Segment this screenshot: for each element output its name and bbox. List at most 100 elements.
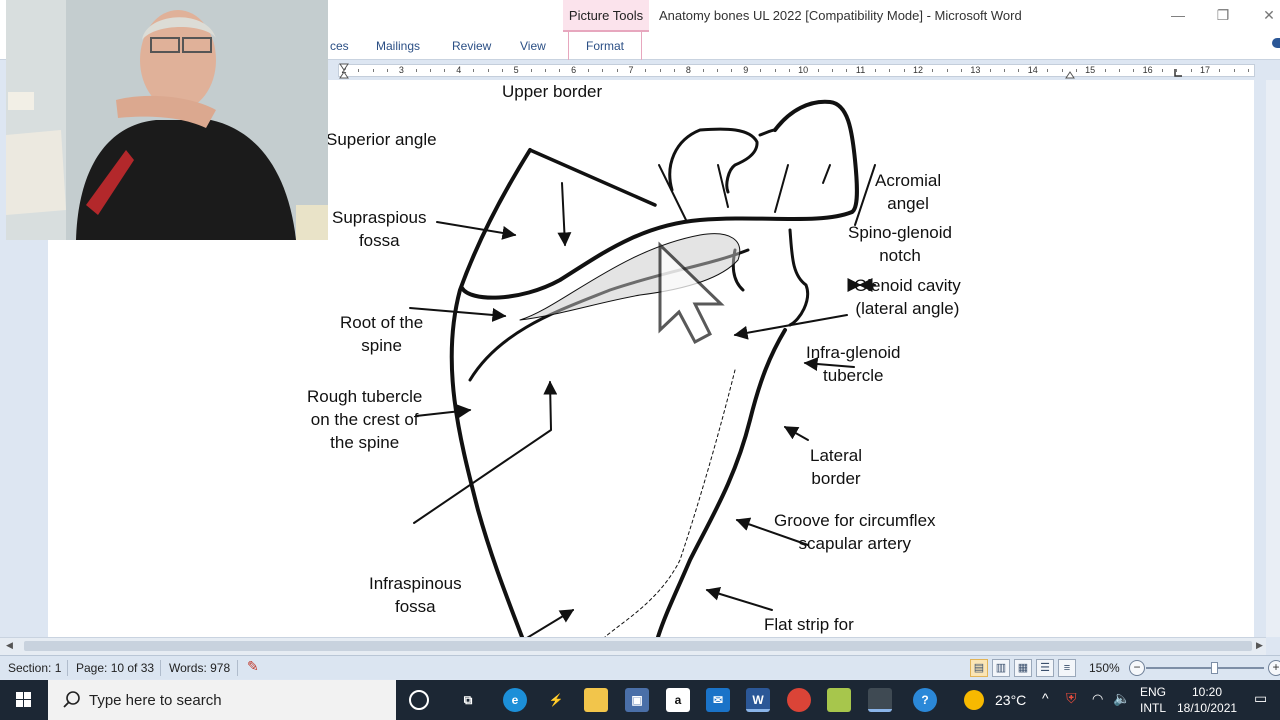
minimize-button[interactable]: — <box>1167 4 1189 26</box>
windows-taskbar: Type here to search ⧉ e ⚡ ▣ a ✉ W ? 23°C… <box>0 680 1280 720</box>
web-layout-icon[interactable]: ▦ <box>1014 659 1032 677</box>
label-upper-border: Upper border <box>502 82 603 101</box>
app-window: Picture Tools Anatomy bones UL 2022 [Com… <box>0 0 1280 720</box>
label-root-of-spine: Root of the spine <box>340 311 423 357</box>
zoom-in-button[interactable]: + <box>1268 660 1280 676</box>
tab-view[interactable]: View <box>520 39 546 53</box>
status-words[interactable]: Words: 978 <box>169 661 230 675</box>
zoom-slider[interactable] <box>1146 667 1264 669</box>
label-acromial-angle: Acromial angel <box>875 169 941 215</box>
cortana-icon[interactable] <box>409 690 429 710</box>
weather-sun-icon[interactable] <box>964 690 984 710</box>
label-superior-angle: Superior angle <box>326 130 437 149</box>
label-line: fossa <box>358 231 400 250</box>
zoom-slider-thumb[interactable] <box>1211 662 1218 674</box>
label-line: on the crest of <box>310 410 419 429</box>
amazon-icon[interactable]: a <box>666 688 690 712</box>
horizontal-scroll-thumb[interactable] <box>24 641 1252 651</box>
label-line: (lateral angle) <box>855 299 960 318</box>
store-icon[interactable]: ▣ <box>625 688 649 712</box>
help-icon[interactable]: ? <box>913 688 937 712</box>
wifi-icon[interactable]: ◠ <box>1092 691 1103 707</box>
notifications-icon[interactable]: ▭ <box>1254 690 1267 707</box>
clock-date[interactable]: 18/10/2021 <box>1177 701 1237 715</box>
status-page[interactable]: Page: 10 of 33 <box>76 661 154 675</box>
search-placeholder: Type here to search <box>89 692 222 709</box>
label-line: Lateral <box>810 446 862 465</box>
full-screen-reading-icon[interactable]: ▥ <box>992 659 1010 677</box>
label-infra-glenoid-tubercle: Infra-glenoid tubercle <box>806 341 901 387</box>
tray-overflow-icon[interactable]: ^ <box>1042 690 1049 706</box>
label-line: Acromial <box>875 171 942 190</box>
print-layout-view-icon[interactable]: ▤ <box>970 659 988 677</box>
file-explorer-icon[interactable] <box>584 688 608 712</box>
scroll-left-icon[interactable]: ◀ <box>6 640 13 651</box>
zoom-level[interactable]: 150% <box>1089 661 1120 675</box>
camera-app-icon[interactable] <box>868 688 892 712</box>
presenter-video-image <box>6 0 328 240</box>
webcam-overlay <box>6 0 328 240</box>
label-spino-glenoid-notch: Spino-glenoid notch <box>848 221 952 267</box>
label-line: Glenoid cavity <box>854 276 961 295</box>
restore-button[interactable]: ❐ <box>1212 4 1234 26</box>
tab-mailings[interactable]: Mailings <box>376 39 420 53</box>
label-line: Groove for circumflex <box>774 511 936 530</box>
label-line: Rough tubercle <box>307 387 423 406</box>
label-line: fossa <box>394 597 436 616</box>
tab-references[interactable]: ces <box>330 39 349 53</box>
label-line: Infraspinous <box>369 574 462 593</box>
word-app-icon[interactable]: W <box>746 688 770 712</box>
tab-review[interactable]: Review <box>452 39 491 53</box>
proofing-icon[interactable]: ✎ <box>247 658 259 675</box>
language-code[interactable]: ENG <box>1140 685 1166 699</box>
clock-time[interactable]: 10:20 <box>1192 685 1222 699</box>
label-supraspinous-fossa: Supraspious fossa <box>332 206 427 252</box>
draft-view-icon[interactable]: ≡ <box>1058 659 1076 677</box>
label-line: border <box>811 469 861 488</box>
search-icon <box>63 691 80 708</box>
format-tab-outline <box>568 32 642 60</box>
scroll-right-icon[interactable]: ▶ <box>1256 640 1263 651</box>
label-line: Infra-glenoid <box>806 343 901 362</box>
mail-icon[interactable]: ✉ <box>706 688 730 712</box>
keyboard-layout[interactable]: INTL <box>1140 701 1166 715</box>
label-infraspinous-fossa: Infraspinous fossa <box>369 572 462 618</box>
status-bar: Section: 1 Page: 10 of 33 Words: 978 ✎ ▤… <box>0 655 1280 679</box>
status-separator <box>67 660 68 676</box>
label-line: Supraspious <box>332 208 427 227</box>
label-rough-tubercle: Rough tubercle on the crest of the spine <box>307 385 422 454</box>
vertical-scrollbar[interactable] <box>1266 80 1280 637</box>
task-view-icon[interactable]: ⧉ <box>456 688 480 712</box>
label-line: angel <box>887 194 929 213</box>
notes-app-icon[interactable] <box>827 688 851 712</box>
label-line: tubercle <box>823 366 884 385</box>
close-button[interactable]: ✕ <box>1258 4 1280 26</box>
mouse-cursor-icon <box>658 241 725 345</box>
start-button[interactable] <box>0 680 48 720</box>
label-line: scapular artery <box>798 534 911 553</box>
label-groove-circumflex: Groove for circumflex scapular artery <box>774 509 936 555</box>
volume-icon[interactable]: 🔈 <box>1113 690 1130 707</box>
window-title: Anatomy bones UL 2022 [Compatibility Mod… <box>659 8 1022 23</box>
status-separator <box>237 660 238 676</box>
label-line: spine <box>361 336 402 355</box>
label-line: Spino-glenoid <box>848 223 952 242</box>
label-glenoid-cavity: Glenoid cavity (lateral angle) <box>854 274 961 320</box>
windows-logo-icon <box>16 692 31 707</box>
outline-view-icon[interactable]: ☰ <box>1036 659 1054 677</box>
label-lateral-border: Lateral border <box>810 444 862 490</box>
zoom-out-button[interactable]: − <box>1129 660 1145 676</box>
taskbar-search[interactable]: Type here to search <box>48 680 396 720</box>
label-line: Root of the <box>340 313 424 332</box>
antivirus-icon[interactable]: ⛨ <box>1066 690 1077 707</box>
chrome-icon[interactable] <box>787 688 811 712</box>
power-automate-icon[interactable]: ⚡ <box>544 688 568 712</box>
picture-tools-context-label: Picture Tools <box>563 0 649 32</box>
edge-browser-icon[interactable]: e <box>503 688 527 712</box>
horizontal-scrollbar[interactable]: ◀ ▶ <box>0 637 1266 655</box>
ribbon-expand-icon[interactable] <box>1272 38 1280 48</box>
weather-temp[interactable]: 23°C <box>995 692 1026 708</box>
status-separator <box>160 660 161 676</box>
status-section[interactable]: Section: 1 <box>8 661 61 675</box>
label-flat-strip: Flat strip for <box>764 615 854 634</box>
